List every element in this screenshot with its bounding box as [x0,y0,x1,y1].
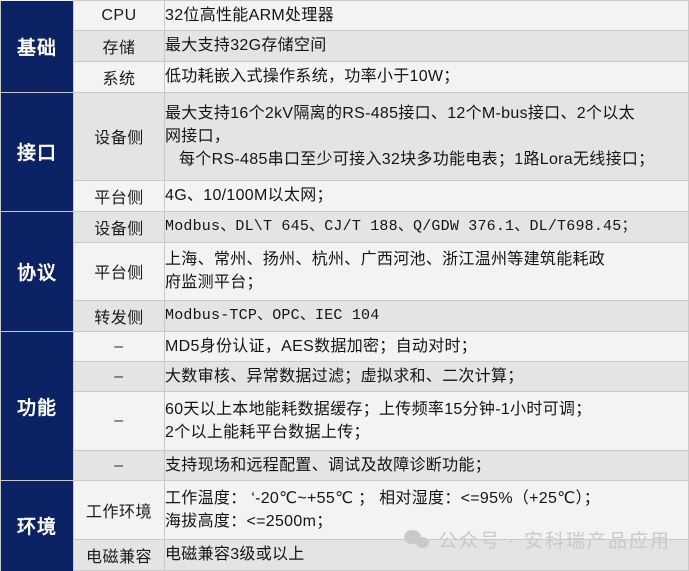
sub-label-cell: – [73,391,165,452]
value-cell: 电磁兼容3级或以上 [164,538,689,571]
value-line: 网接口， [165,127,231,145]
value-cell: MD5身份认证，AES数据加密；自动对时； [164,331,689,363]
sub-label-cell: 设备侧 [73,210,165,243]
table-row: 平台侧 4G、10/100M以太网； [1,179,689,212]
table-row: 基础 CPU 32位高性能ARM处理器 [0,0,689,94]
value-cell: 最大支持16个2kV隔离的RS-485接口、12个M-bus接口、2个以太 网接口… [164,92,689,181]
value-line: 低功耗嵌入式操作系统，功率小于10W； [165,68,460,86]
table-row: 接口 设备侧 最大支持16个2kV隔离的RS-485接口、12个M-bus接口、2个… [0,92,689,212]
sub-label-cell: – [73,361,165,393]
table-row: – 支持现场和远程配置、调试及故障诊断功能； [1,450,689,482]
sub-label-cell: 平台侧 [73,241,165,302]
sub-label-cell: 转发侧 [73,300,165,333]
value-line: Modbus-TCP、OPC、IEC 104 [165,307,380,325]
value-line: Modbus、DL\T 645、CJ/T 188、Q/GDW 376.1、DL/… [165,217,637,235]
value-cell: 上海、常州、扬州、杭州、广西河池、浙江温州等建筑能耗政 府监测平台； [164,241,689,302]
value-line: 最大支持16个2kV隔离的RS-485接口、12个M-bus接口、2个以太 [165,104,635,122]
specification-table: 基础 CPU 32位高性能ARM处理器 存储 最大支持32G存储空间 系统 低功耗嵌入式操作… [0,0,689,571]
value-line: MD5身份认证，AES数据加密；自动对时； [165,338,478,356]
category-cell: 功能 [0,331,74,482]
value-line: 2个以上能耗平台数据上传； [165,424,370,442]
table-row: 功能 – MD5身份认证，AES数据加密；自动对时； [0,331,689,482]
value-cell: 60天以上本地能耗数据缓存；上传频率15分钟-1小时可调； 2个以上能耗平台数据上… [164,391,689,452]
category-cell: 环境 [0,480,74,571]
value-cell: 4G、10/100M以太网； [164,179,689,212]
table-row: –60天以上本地能耗数据缓存；上传频率15分钟-1小时可调； 2个以上能耗平台数据… [1,391,689,452]
sub-label-cell: – [73,331,165,363]
value-line: 上海、常州、扬州、杭州、广西河池、浙江温州等建筑能耗政 [165,251,606,269]
value-line: 大数审核、异常数据过滤；虚拟求和、二次计算； [165,368,524,386]
specification-sheet: 基础 CPU 32位高性能ARM处理器 存储 最大支持32G存储空间 系统 低功耗嵌入式操作… [0,0,689,571]
value-cell: 32位高性能ARM处理器 [164,0,689,31]
sub-label-cell: – [73,450,165,482]
table-row: 电磁兼容 电磁兼容3级或以上 [1,538,689,571]
category-cell: 协议 [0,210,74,333]
value-line: 支持现场和远程配置、调试及故障诊断功能； [165,457,492,475]
sub-label-cell: 存储 [73,29,165,63]
value-line: 最大支持32G存储空间 [165,37,327,55]
value-line: 电磁兼容3级或以上 [165,546,305,564]
value-line: 海拔高度：<=2500m； [165,513,333,531]
sub-label-cell: CPU [73,0,165,31]
sub-label-cell: 电磁兼容 [73,538,165,571]
value-line: 32位高性能ARM处理器 [165,6,334,24]
value-line: 每个RS-485串口至少可接入32块多功能电表；1路Lora无线接口； [179,150,655,168]
sub-label-cell: 工作环境 [73,480,165,540]
value-cell: 低功耗嵌入式操作系统，功率小于10W； [164,61,689,94]
value-cell: Modbus、DL\T 645、CJ/T 188、Q/GDW 376.1、DL/… [164,210,689,243]
table-row: – 大数审核、异常数据过滤；虚拟求和、二次计算； [1,361,689,393]
value-cell: 最大支持32G存储空间 [164,29,689,63]
value-line: 工作温度： ‘-20℃~+55℃ ； 相对湿度：<=95%（+25℃）； [165,489,601,507]
category-cell: 基础 [0,0,74,94]
category-cell: 接口 [0,92,74,212]
value-cell: Modbus-TCP、OPC、IEC 104 [164,300,689,333]
sub-label-cell: 平台侧 [73,179,165,212]
table-row: 平台侧 上海、常州、扬州、杭州、广西河池、浙江温州等建筑能耗政 府监测平台； [1,241,689,302]
table-row: 系统 低功耗嵌入式操作系统，功率小于10W； [1,61,689,94]
value-cell: 支持现场和远程配置、调试及故障诊断功能； [164,450,689,482]
sub-label-cell: 设备侧 [73,92,165,181]
sub-label-cell: 系统 [73,61,165,94]
table-row: 存储 最大支持32G存储空间 [1,29,689,63]
value-line: 府监测平台； [165,274,263,292]
table-row: 转发侧 Modbus-TCP、OPC、IEC 104 [1,300,689,333]
value-line: 60天以上本地能耗数据缓存；上传频率15分钟-1小时可调； [165,401,592,419]
value-line: 4G、10/100M以太网； [165,186,333,204]
table-row: 环境 工作环境 工作温度： ‘-20℃~+55℃ ； 相对湿度：<=95%（+25℃… [0,480,689,571]
value-cell: 工作温度： ‘-20℃~+55℃ ； 相对湿度：<=95%（+25℃）； 海拔高度… [164,480,689,540]
table-row: 协议 设备侧 Modbus、DL\T 645、CJ/T 188、Q/GDW 376.… [0,210,689,333]
value-cell: 大数审核、异常数据过滤；虚拟求和、二次计算； [164,361,689,393]
